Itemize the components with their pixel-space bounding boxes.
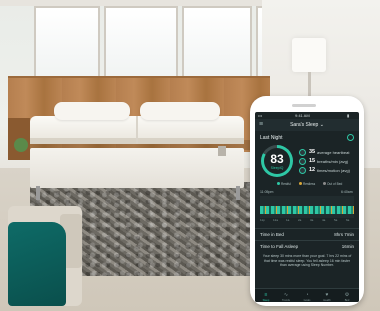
bed-base: [30, 148, 244, 188]
tab-label: Trends: [282, 299, 290, 302]
sleepiq-label: SleepIQ: [270, 166, 284, 170]
window-pane: [104, 6, 178, 78]
bed-leg: [36, 186, 40, 200]
tab-bed[interactable]: ⚙ Bed: [337, 292, 357, 302]
heart-icon: ♥: [325, 292, 329, 298]
legend-dot: [277, 182, 280, 185]
lamp-stem: [308, 72, 311, 98]
row-label: Time to Fall Asleep: [260, 244, 299, 249]
axis-tick: 11p: [260, 218, 265, 222]
row-time-to-fall-asleep[interactable]: Time to Fall Asleep 16min: [255, 240, 359, 251]
status-time: 9:41 AM: [295, 113, 310, 118]
sleep-icon: ≡: [264, 292, 268, 298]
pillow: [54, 102, 130, 120]
stat-label: times/motion (avg): [317, 168, 350, 173]
tab-health[interactable]: ♥ Health: [317, 292, 337, 302]
tab-bar: ≡ Sleep ∿ Trends ◔ Goals ♥ Health ⚙ Bed: [255, 288, 359, 302]
axis-tick: 2a: [298, 218, 302, 222]
signal-icon: •••: [258, 113, 263, 118]
settings-icon[interactable]: [347, 134, 354, 141]
tab-label: Bed: [344, 299, 350, 302]
axis-tick: 12a: [273, 218, 279, 222]
teal-throw-blanket: [8, 222, 66, 306]
stat-label: breaths/min (avg): [317, 159, 349, 164]
row-value: 16min: [341, 244, 354, 249]
breath-icon: [299, 158, 306, 165]
tab-goals[interactable]: ◔ Goals: [297, 292, 317, 302]
page-title: Last Night: [260, 135, 283, 141]
graph-legend: Restful Restless Out of Bed: [255, 181, 359, 187]
row-value: 8hrs 7min: [334, 232, 354, 237]
legend-dot: [323, 182, 326, 185]
row-label: Time in Bed: [260, 232, 284, 237]
stat-value: 12: [309, 167, 316, 173]
goals-icon: ◔: [305, 292, 309, 298]
pillow: [140, 102, 220, 120]
sleep-graph-bars: [260, 206, 354, 214]
axis-tick: 4a: [322, 218, 326, 222]
axis-tick: 1a: [286, 218, 290, 222]
axis-tick: 5a: [334, 218, 338, 222]
product-photo: ••• 9:41 AM ▮ ≡ Sara's Sleep ⌄ Last Nigh…: [0, 0, 380, 311]
axis-tick: 6a: [346, 218, 350, 222]
tab-sleep[interactable]: ≡ Sleep: [256, 292, 276, 302]
tab-label: Health: [323, 299, 331, 302]
mattress-seam: [136, 116, 138, 144]
graph-start-time: 11:05pm: [260, 190, 274, 194]
bed-leg: [236, 186, 240, 200]
gear-icon: ⚙: [344, 292, 350, 298]
tab-label: Goals: [303, 299, 311, 302]
trends-icon: ∿: [283, 292, 289, 298]
stat-value: 35: [309, 149, 316, 155]
bed-tag: [218, 146, 226, 156]
sleepiq-score: 83: [270, 152, 284, 166]
axis-tick: 3a: [310, 218, 314, 222]
graph-end-time: 6:40am: [341, 190, 353, 194]
window-pane: [182, 6, 252, 78]
legend-restful: Restful: [277, 182, 291, 186]
stat-label: average heartbeat: [317, 150, 350, 155]
battery-icon: ▮: [347, 113, 350, 118]
status-bar: ••• 9:41 AM ▮: [255, 112, 359, 119]
app-header: ≡ Sara's Sleep ⌄: [255, 119, 359, 131]
legend-restless: Restless: [299, 182, 315, 186]
tab-label: Sleep: [262, 299, 270, 302]
legend-dot: [299, 182, 302, 185]
legend-out-of-bed: Out of Bed: [323, 182, 342, 186]
window-pane: [34, 6, 100, 78]
lamp-shade: [292, 38, 326, 72]
stat-value: 15: [309, 158, 316, 164]
sleeper-selector[interactable]: Sara's Sleep ⌄: [255, 122, 359, 128]
tab-trends[interactable]: ∿ Trends: [276, 292, 296, 302]
plant: [14, 138, 28, 152]
heart-icon: [299, 149, 306, 156]
motion-icon: [299, 167, 306, 174]
row-time-in-bed[interactable]: Time in Bed 8hrs 7min: [255, 228, 359, 239]
app-screen: ••• 9:41 AM ▮ ≡ Sara's Sleep ⌄ Last Nigh…: [255, 112, 359, 302]
sleep-summary-text: Your sleep 30 mins more than your goal. …: [262, 254, 352, 268]
phone-speaker: [292, 104, 316, 107]
